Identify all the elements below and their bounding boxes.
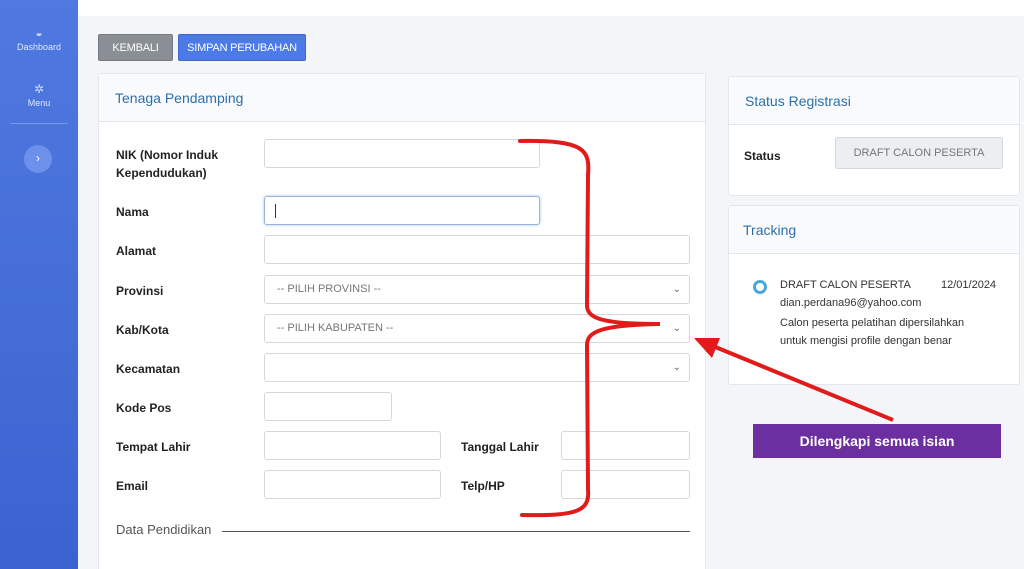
- nama-input[interactable]: [264, 196, 540, 225]
- card-header: Tenaga Pendamping: [99, 74, 705, 122]
- gear-icon: ✲: [33, 82, 45, 96]
- provinsi-selected-value: -- PILIH PROVINSI --: [277, 283, 381, 295]
- kabkota-select[interactable]: -- PILIH KABUPATEN -- ⌄: [264, 314, 690, 343]
- sidebar-item-label: Dashboard: [16, 42, 62, 52]
- provinsi-label: Provinsi: [116, 284, 164, 298]
- tempat-lahir-label: Tempat Lahir: [116, 440, 191, 454]
- nama-label: Nama: [116, 205, 149, 219]
- sidebar-toggle-button[interactable]: ›: [24, 145, 52, 173]
- sidebar-item-label: Menu: [27, 98, 51, 108]
- kecamatan-label: Kecamatan: [116, 362, 181, 376]
- tracking-message-line1: Calon peserta pelatihan dipersilahkan: [780, 317, 965, 329]
- sidebar-item-menu[interactable]: ✲ Menu: [0, 82, 78, 108]
- section-title-pendidikan: Data Pendidikan: [116, 522, 212, 537]
- nik-label: NIK (Nomor Induk Kependudukan): [116, 148, 218, 180]
- back-button[interactable]: KEMBALI: [98, 34, 173, 61]
- annotation-label: Dilengkapi semua isian: [753, 424, 1001, 458]
- card-title: Tenaga Pendamping: [115, 90, 244, 106]
- kodepos-label: Kode Pos: [116, 401, 172, 415]
- tracking-email: dian.perdana96@yahoo.com: [780, 297, 922, 309]
- chevron-down-icon: ⌄: [672, 323, 681, 334]
- tracking-date: 12/01/2024: [941, 279, 997, 291]
- status-label: Status: [744, 149, 781, 163]
- telp-input[interactable]: [561, 470, 690, 499]
- save-changes-button[interactable]: SIMPAN PERUBAHAN: [178, 34, 306, 61]
- sidebar-item-dashboard[interactable]: ◒ Dashboard: [0, 26, 78, 52]
- kecamatan-select[interactable]: ⌄: [264, 353, 690, 382]
- email-label: Email: [116, 479, 149, 493]
- timeline-dot-icon: [753, 280, 767, 294]
- card-header: Status Registrasi: [729, 77, 1019, 125]
- kabkota-selected-value: -- PILIH KABUPATEN --: [277, 322, 394, 334]
- alamat-label: Alamat: [116, 244, 157, 258]
- chevron-right-icon: ›: [36, 151, 40, 165]
- email-input[interactable]: [264, 470, 441, 499]
- tracking-status: DRAFT CALON PESERTA: [780, 279, 911, 291]
- card-header: Tracking: [729, 206, 1019, 254]
- sidebar-divider: [10, 123, 68, 124]
- chevron-down-icon: ⌄: [672, 284, 681, 295]
- tanggal-lahir-input[interactable]: [561, 431, 690, 460]
- section-divider: [222, 531, 690, 532]
- chevron-down-icon: ⌄: [672, 362, 681, 373]
- kabkota-label: Kab/Kota: [116, 323, 169, 337]
- alamat-input[interactable]: [264, 235, 690, 264]
- dashboard-icon: ◒: [35, 26, 43, 40]
- tempat-lahir-input[interactable]: [264, 431, 441, 460]
- tanggal-lahir-label: Tanggal Lahir: [461, 440, 539, 454]
- tracking-message-line2: untuk mengisi profile dengan benar: [780, 335, 952, 347]
- tracking-card: Tracking DRAFT CALON PESERTA 12/01/2024 …: [728, 205, 1020, 385]
- card-title: Status Registrasi: [745, 93, 851, 109]
- sidebar: ◒ Dashboard ✲ Menu ›: [0, 0, 78, 569]
- top-bar: [78, 0, 1024, 16]
- status-value-field: DRAFT CALON PESERTA: [835, 137, 1003, 169]
- kodepos-input[interactable]: [264, 392, 392, 421]
- card-title: Tracking: [743, 222, 797, 238]
- provinsi-select[interactable]: -- PILIH PROVINSI -- ⌄: [264, 275, 690, 304]
- telp-label: Telp/HP: [461, 479, 505, 493]
- nik-input[interactable]: [264, 139, 540, 168]
- status-registrasi-card: Status Registrasi Status DRAFT CALON PES…: [728, 76, 1020, 196]
- text-cursor: [275, 204, 276, 218]
